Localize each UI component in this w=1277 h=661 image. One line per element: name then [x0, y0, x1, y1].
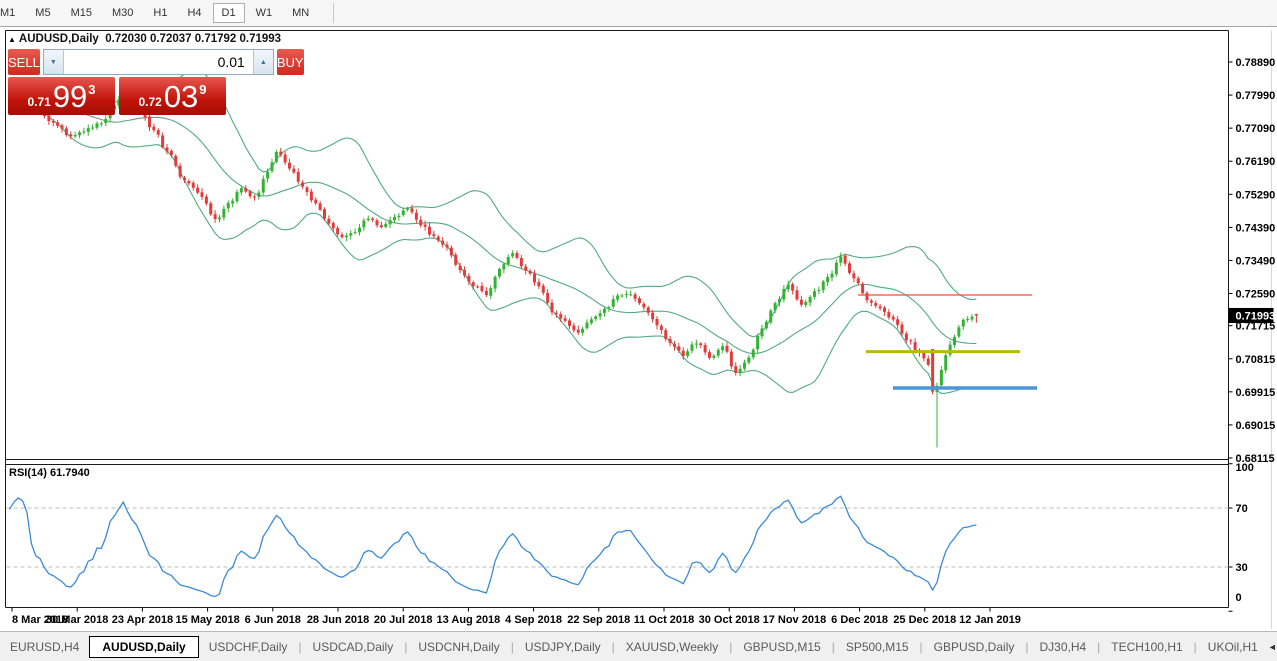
chart-tab-UKOil-H1[interactable]: UKOil,H1 [1198, 636, 1268, 658]
rsi-pane[interactable]: 100 70 30 0 [7, 462, 1254, 611]
bid-price-sup: 3 [88, 82, 95, 97]
svg-text:20 Jul 2018: 20 Jul 2018 [374, 614, 433, 626]
chart-tab-SP500-M15[interactable]: SP500,M15 [836, 636, 919, 658]
chart-tab-USDCAD-Daily[interactable]: USDCAD,Daily [303, 636, 404, 658]
svg-text:70: 70 [1236, 503, 1248, 515]
svg-text:22 Sep 2018: 22 Sep 2018 [567, 614, 630, 626]
tab-separator: | [729, 640, 732, 654]
tab-separator: | [404, 640, 407, 654]
svg-text:0.71993: 0.71993 [1236, 310, 1276, 322]
tab-separator: | [1025, 640, 1028, 654]
one-click-toggle-icon[interactable]: ▲ [8, 35, 15, 44]
chevron-up-icon: ▲ [260, 59, 267, 66]
timeframe-button-M15[interactable]: M15 [62, 3, 101, 23]
svg-text:15 May 2018: 15 May 2018 [175, 614, 239, 626]
timeframe-button-D1[interactable]: D1 [213, 3, 245, 23]
tabs-scroll-left-icon[interactable]: ◄ [1268, 642, 1277, 652]
rsi-indicator-label: RSI(14) 61.7940 [9, 467, 90, 479]
svg-text:0.77990: 0.77990 [1236, 90, 1276, 102]
timeframe-button-M1[interactable]: M1 [0, 3, 24, 23]
bid-price-prefix: 0.71 [27, 95, 50, 109]
price-chart-canvas[interactable]: 0.78890 0.77990 0.77090 0.76190 0.75290 0.743… [0, 27, 1277, 631]
volume-increase-button[interactable]: ▲ [253, 50, 273, 74]
rsi-line [10, 496, 977, 596]
bid-price-big: 99 [53, 82, 87, 112]
svg-text:4 Sep 2018: 4 Sep 2018 [505, 614, 562, 626]
date-axis[interactable]: 8 Mar 201830 Mar 201823 Apr 201815 May 2… [12, 608, 1021, 627]
timeframe-button-H4[interactable]: H4 [178, 3, 210, 23]
svg-text:30 Oct 2018: 30 Oct 2018 [699, 614, 760, 626]
chart-tab-DJ30-H4[interactable]: DJ30,H4 [1029, 636, 1096, 658]
chart-tab-GBPUSD-Daily[interactable]: GBPUSD,Daily [924, 636, 1025, 658]
svg-text:30: 30 [1236, 562, 1248, 574]
svg-text:23 Apr 2018: 23 Apr 2018 [112, 614, 173, 626]
timeframe-button-M30[interactable]: M30 [103, 3, 142, 23]
svg-text:0.73490: 0.73490 [1236, 255, 1276, 267]
buy-price-box[interactable]: 0.72039 [119, 77, 226, 115]
chart-ohlc-values: 0.72030 0.72037 0.71792 0.71993 [105, 33, 281, 45]
chart-tab-EURUSD-H4[interactable]: EURUSD,H4 [0, 636, 89, 658]
chart-tab-USDCHF-Daily[interactable]: USDCHF,Daily [199, 636, 298, 658]
svg-text:0.74390: 0.74390 [1236, 222, 1276, 234]
volume-decrease-button[interactable]: ▼ [44, 50, 64, 74]
chart-tab-XAUUSD-Weekly[interactable]: XAUUSD,Weekly [616, 636, 728, 658]
tab-separator: | [1097, 640, 1100, 654]
svg-text:13 Aug 2018: 13 Aug 2018 [437, 614, 501, 626]
trading-terminal-window: M1M5M15M30H1H4D1W1MN 0.78890 0.77990 0.770… [0, 0, 1277, 661]
chart-title: ▲ AUDUSD,Daily 0.72030 0.72037 0.71792 0… [8, 33, 281, 45]
svg-text:100: 100 [1236, 462, 1254, 474]
tab-separator: | [920, 640, 923, 654]
chart-tab-USDCNH-Daily[interactable]: USDCNH,Daily [408, 636, 509, 658]
sell-price-box[interactable]: 0.71993 [8, 77, 115, 115]
svg-text:0.69015: 0.69015 [1236, 420, 1276, 432]
tab-separator: | [511, 640, 514, 654]
ask-price-big: 03 [164, 82, 198, 112]
tab-separator: | [1194, 640, 1197, 654]
chart-tab-GBPUSD-M15[interactable]: GBPUSD,M15 [733, 636, 830, 658]
chart-tab-TECH100-H1[interactable]: TECH100,H1 [1101, 636, 1192, 658]
candlesticks [8, 89, 978, 448]
timeframe-toolbar: M1M5M15M30H1H4D1W1MN [0, 0, 1277, 27]
svg-text:17 Nov 2018: 17 Nov 2018 [763, 614, 827, 626]
ask-price-prefix: 0.72 [138, 95, 161, 109]
svg-text:6 Jun 2018: 6 Jun 2018 [245, 614, 301, 626]
chart-window: 0.78890 0.77990 0.77090 0.76190 0.75290 0.743… [0, 27, 1277, 631]
svg-text:0: 0 [1236, 592, 1242, 604]
one-click-trading-panel: SELL ▼ ▲ BUY 0.71993 0.72039 [8, 49, 226, 115]
tab-separator: | [832, 640, 835, 654]
svg-text:11 Oct 2018: 11 Oct 2018 [634, 614, 695, 626]
chart-tab-AUDUSD-Daily[interactable]: AUDUSD,Daily [89, 636, 198, 658]
svg-text:0.69915: 0.69915 [1236, 387, 1276, 399]
bollinger-bands [10, 71, 977, 394]
svg-text:0.78890: 0.78890 [1236, 57, 1276, 69]
toolbar-divider [333, 3, 334, 23]
price-axis[interactable]: 0.78890 0.77990 0.77090 0.76190 0.75290 0.743… [1229, 57, 1276, 465]
chart-tab-bar: EURUSD,H4AUDUSD,DailyUSDCHF,Daily|USDCAD… [0, 631, 1277, 661]
timeframe-button-W1[interactable]: W1 [247, 3, 282, 23]
chevron-down-icon: ▼ [50, 59, 57, 66]
chart-tab-USDJPY-Daily[interactable]: USDJPY,Daily [515, 636, 611, 658]
buy-button[interactable]: BUY [277, 49, 304, 75]
volume-input[interactable] [64, 50, 253, 74]
svg-text:0.70815: 0.70815 [1236, 354, 1276, 366]
tab-separator: | [298, 640, 301, 654]
svg-text:30 Mar 2018: 30 Mar 2018 [46, 614, 108, 626]
timeframe-button-M5[interactable]: M5 [26, 3, 59, 23]
svg-text:0.76190: 0.76190 [1236, 156, 1276, 168]
chart-symbol-label: AUDUSD,Daily [19, 33, 99, 45]
svg-text:0.72590: 0.72590 [1236, 289, 1276, 301]
timeframe-button-MN[interactable]: MN [283, 3, 318, 23]
ask-price-sup: 9 [199, 82, 206, 97]
svg-text:25 Dec 2018: 25 Dec 2018 [893, 614, 956, 626]
timeframe-button-H1[interactable]: H1 [144, 3, 176, 23]
sell-button[interactable]: SELL [8, 49, 40, 75]
tab-separator: | [612, 640, 615, 654]
volume-stepper: ▼ ▲ [43, 49, 274, 75]
svg-text:0.77090: 0.77090 [1236, 123, 1276, 135]
svg-text:6 Dec 2018: 6 Dec 2018 [831, 614, 888, 626]
svg-text:0.75290: 0.75290 [1236, 189, 1276, 201]
svg-text:12 Jan 2019: 12 Jan 2019 [959, 614, 1021, 626]
svg-text:28 Jun 2018: 28 Jun 2018 [307, 614, 369, 626]
